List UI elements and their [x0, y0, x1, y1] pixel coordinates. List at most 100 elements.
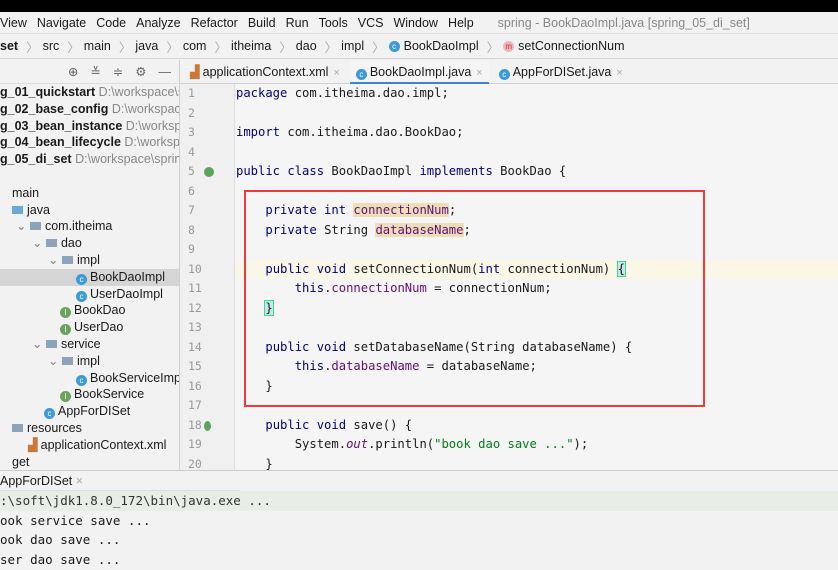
console-line: ook service save ...	[0, 512, 151, 528]
breadcrumb-item[interactable]: java	[135, 39, 158, 53]
tree-item-label: UserDaoImpl	[90, 286, 163, 301]
tree-item[interactable]: ⌄ service	[0, 336, 179, 353]
breadcrumb-item[interactable]: itheima	[231, 39, 271, 53]
line-number: 7	[188, 203, 195, 217]
editor-tabs: ▟ applicationContext.xml × c BookDaoImpl.jav…	[180, 59, 838, 84]
tree-item[interactable]: ▟ applicationContext.xml	[0, 437, 179, 454]
override-icon[interactable]	[204, 420, 211, 431]
code-token: System.	[236, 437, 347, 451]
expand-all-icon[interactable]: ≚	[90, 64, 100, 79]
tree-item[interactable]: c UserDaoImpl	[0, 286, 179, 303]
tree-item-label: resources	[27, 420, 82, 435]
breadcrumb-item[interactable]: set	[0, 39, 18, 53]
project-item[interactable]: g_04_bean_lifecycle D:\workspace\	[0, 134, 179, 151]
menu-navigate[interactable]: Navigate	[37, 16, 86, 30]
gear-icon[interactable]: ⚙	[135, 64, 146, 79]
tree-item-label: service	[60, 336, 101, 351]
menu-view[interactable]: View	[0, 16, 27, 30]
tree-item[interactable]: java	[0, 202, 179, 219]
menu-window[interactable]: Window	[393, 16, 437, 30]
tree-item[interactable]: ⌄ impl	[0, 252, 179, 269]
collapse-all-icon[interactable]: ≑	[113, 64, 123, 79]
project-tree: g_01_quickstart D:\workspace\sprig_02_ba…	[0, 84, 179, 470]
implements-icon[interactable]	[204, 167, 214, 177]
project-item[interactable]: g_05_di_set D:\workspace\spring\s	[0, 151, 179, 168]
line-number: 5	[188, 164, 195, 178]
breadcrumb-item[interactable]: impl	[341, 39, 364, 53]
tree-item[interactable]: I UserDao	[0, 319, 179, 336]
tree-item-label: com.itheima	[44, 219, 113, 234]
tree-item[interactable]: get	[0, 454, 179, 470]
breadcrumb-item[interactable]: BookDaoImpl	[404, 39, 479, 53]
line-number: 18	[188, 417, 202, 432]
class-icon: c	[76, 374, 87, 386]
close-icon[interactable]: ×	[76, 474, 83, 488]
menu-help[interactable]: Help	[448, 16, 474, 30]
run-panel: AppForDISet × :\soft\jdk1.8.0_172\bin\ja…	[0, 470, 838, 570]
menu-code[interactable]: Code	[96, 16, 126, 30]
folder-icon	[12, 205, 23, 214]
close-icon[interactable]: ×	[476, 67, 482, 79]
tree-item-label: java	[27, 202, 50, 217]
menu-refactor[interactable]: Refactor	[191, 16, 238, 30]
tab-appfordiset-java[interactable]: c AppForDISet.java ×	[493, 60, 629, 84]
tree-item[interactable]: ⌄ dao	[0, 235, 179, 252]
project-item[interactable]: g_01_quickstart D:\workspace\spri	[0, 84, 179, 101]
interface-icon: I	[60, 324, 71, 336]
chevron-down-icon[interactable]: ⌄	[48, 253, 62, 267]
tree-item-label: AppForDISet	[58, 404, 131, 419]
menu-run[interactable]: Run	[286, 16, 309, 30]
tree-item[interactable]: ⌄ impl	[0, 353, 179, 370]
code-token: public class	[236, 164, 332, 178]
close-icon[interactable]: ×	[616, 67, 622, 79]
breadcrumb-item[interactable]: setConnectionNum	[518, 39, 624, 53]
console-line: ser dao save ...	[0, 551, 121, 567]
menu-build[interactable]: Build	[248, 16, 276, 30]
breadcrumb-item[interactable]: src	[43, 39, 60, 53]
console-line: ook dao save ...	[0, 532, 121, 547]
chevron-down-icon[interactable]: ⌄	[32, 236, 46, 250]
close-icon[interactable]: ×	[333, 67, 339, 79]
main-class-icon: c	[498, 68, 510, 80]
package-icon	[45, 239, 57, 248]
run-tab-label: AppForDISet	[0, 474, 73, 488]
tree-item[interactable]: main	[0, 185, 179, 202]
project-item[interactable]: g_02_base_config D:\workspace\sp	[0, 101, 179, 118]
line-number: 15	[188, 359, 202, 373]
menu-tools[interactable]: Tools	[319, 16, 348, 30]
run-tab[interactable]: AppForDISet ×	[0, 471, 240, 491]
tree-item[interactable]: I BookService	[0, 386, 179, 403]
interface-icon: I	[60, 307, 71, 319]
package-icon	[29, 222, 41, 231]
chevron-down-icon[interactable]: ⌄	[48, 354, 62, 368]
code-line: package com.itheima.dao.impl;	[236, 84, 838, 104]
code-token: BookDaoImpl	[331, 164, 420, 178]
code-line: }	[236, 455, 838, 471]
tab-applicationcontext-xml[interactable]: ▟ applicationContext.xml ×	[184, 60, 346, 84]
chevron-down-icon[interactable]: ⌄	[16, 219, 30, 233]
project-item[interactable]: g_03_bean_instance D:\workspace\	[0, 118, 179, 135]
tree-item[interactable]: resources	[0, 420, 179, 437]
tree-item[interactable]: ⌄ com.itheima	[0, 218, 179, 235]
tree-item[interactable]: c AppForDISet	[0, 403, 179, 420]
locate-icon[interactable]: ⊕	[68, 64, 78, 79]
breadcrumb-separator: 〉	[324, 40, 338, 55]
hide-icon[interactable]: —	[159, 65, 172, 79]
chevron-down-icon[interactable]: ⌄	[32, 337, 46, 351]
breadcrumb: set 〉 src 〉 main 〉 java 〉 com 〉 itheima 〉 dao 〉 impl 〉 c…	[0, 34, 838, 59]
window-title: spring - BookDaoImpl.java [spring_05_di_…	[497, 15, 750, 30]
tree-item[interactable]: c BookServiceImpl	[0, 370, 179, 387]
breadcrumb-item[interactable]: com	[183, 39, 207, 53]
menu-vcs[interactable]: VCS	[358, 16, 384, 30]
breadcrumb-item[interactable]: main	[84, 39, 111, 53]
breadcrumb-item[interactable]: dao	[296, 39, 317, 53]
line-number: 3	[188, 125, 195, 139]
class-icon: c	[388, 40, 400, 52]
tree-item[interactable]: c BookDaoImpl	[0, 268, 179, 286]
tree-item[interactable]: I BookDao	[0, 302, 179, 319]
menu-analyze[interactable]: Analyze	[136, 16, 180, 30]
tab-bookdaoimpl-java[interactable]: c BookDaoImpl.java ×	[349, 59, 489, 84]
project-path: D:\workspace\spring\s	[75, 152, 180, 167]
